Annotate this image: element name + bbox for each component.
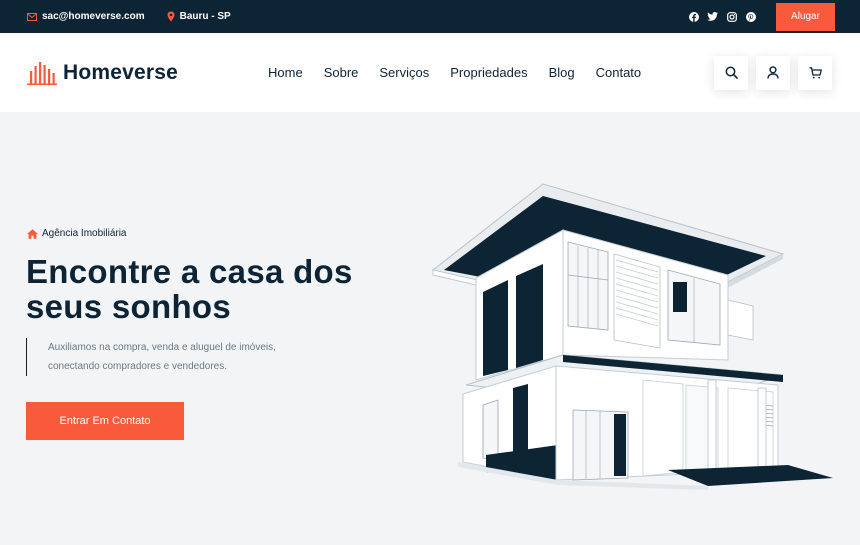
twitter-icon[interactable] xyxy=(707,11,718,22)
location-info: Bauru - SP xyxy=(167,11,231,22)
top-bar: sac@homeverse.com Bauru - SP Alugar xyxy=(0,0,860,33)
hero-description-line-1: Auxiliamos na compra, venda e aluguel de… xyxy=(48,342,276,353)
cart-button[interactable] xyxy=(798,55,832,90)
location-text: Bauru - SP xyxy=(179,11,231,22)
facebook-icon[interactable] xyxy=(688,11,699,22)
alugar-button[interactable]: Alugar xyxy=(776,2,835,31)
search-button[interactable] xyxy=(714,55,748,90)
email-contact[interactable]: sac@homeverse.com xyxy=(27,11,145,22)
hero-subtitle-text: Agência Imobiliária xyxy=(42,228,127,239)
hero-description: Auxiliamos na compra, venda e aluguel de… xyxy=(26,338,356,376)
email-text: sac@homeverse.com xyxy=(42,11,145,22)
hero-title: Encontre a casa dos seus sonhos xyxy=(26,254,426,324)
nav-item-blog[interactable]: Blog xyxy=(549,65,575,80)
home-icon xyxy=(27,228,38,239)
hero-subtitle: Agência Imobiliária xyxy=(27,228,127,239)
pinterest-icon[interactable] xyxy=(745,11,756,22)
profile-button[interactable] xyxy=(756,55,790,90)
hero-title-line-1: Encontre a casa dos xyxy=(26,253,353,290)
brand-name: Homeverse xyxy=(63,60,179,84)
cart-icon xyxy=(809,66,822,78)
main-nav: Home Sobre Serviços Propriedades Blog Co… xyxy=(268,65,662,80)
nav-item-sobre[interactable]: Sobre xyxy=(324,65,359,80)
contact-button[interactable]: Entrar Em Contato xyxy=(26,402,184,440)
instagram-icon[interactable] xyxy=(726,11,737,22)
nav-item-contato[interactable]: Contato xyxy=(596,65,642,80)
nav-item-servicos[interactable]: Serviços xyxy=(379,65,429,80)
building-logo-icon xyxy=(27,61,57,85)
mail-icon xyxy=(27,12,37,21)
location-pin-icon xyxy=(167,11,175,22)
hero-description-line-2: conectando compradores e vendedores. xyxy=(48,361,228,372)
search-icon xyxy=(725,66,738,79)
house-illustration xyxy=(431,183,833,490)
brand-logo[interactable]: Homeverse xyxy=(27,61,217,85)
hero-section: Agência Imobiliária Encontre a casa dos … xyxy=(0,112,860,545)
social-links xyxy=(680,11,756,22)
nav-item-propriedades[interactable]: Propriedades xyxy=(450,65,527,80)
main-header: Homeverse Home Sobre Serviços Propriedad… xyxy=(0,33,860,112)
hero-title-line-2: seus sonhos xyxy=(26,288,232,325)
user-icon xyxy=(767,66,779,79)
nav-item-home[interactable]: Home xyxy=(268,65,303,80)
